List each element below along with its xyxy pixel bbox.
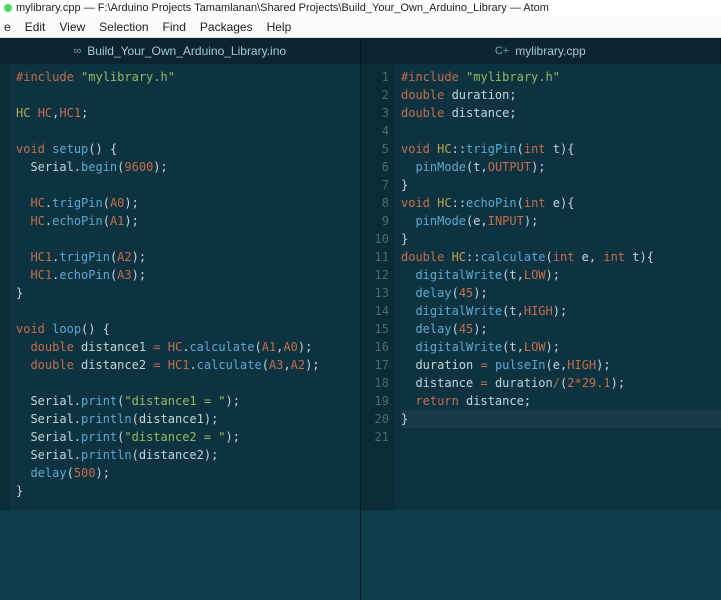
line-number: 7 — [361, 176, 389, 194]
line-number: 16 — [361, 338, 389, 356]
line-number: 17 — [361, 356, 389, 374]
code-line[interactable]: double duration; — [401, 86, 721, 104]
code-line[interactable]: double distance1 = HC.calculate(A1,A0); — [16, 338, 360, 356]
editor-pane-right[interactable]: 123456789101112131415161718192021 #inclu… — [360, 64, 721, 600]
editor-panes: #include "mylibrary.h" HC HC,HC1; void set… — [0, 64, 721, 600]
code-line[interactable] — [16, 230, 360, 248]
code-line[interactable]: delay(45); — [401, 320, 721, 338]
code-line[interactable]: double distance2 = HC1.calculate(A3,A2); — [16, 356, 360, 374]
line-number: 12 — [361, 266, 389, 284]
menu-item-view[interactable]: View — [59, 20, 85, 34]
line-number: 15 — [361, 320, 389, 338]
code-line[interactable] — [401, 428, 721, 446]
line-number: 6 — [361, 158, 389, 176]
code-line[interactable]: pinMode(e,INPUT); — [401, 212, 721, 230]
pane-bottom-fade — [361, 510, 721, 600]
code-line[interactable] — [16, 176, 360, 194]
code-line[interactable]: #include "mylibrary.h" — [16, 68, 360, 86]
menu-item-find[interactable]: Find — [163, 20, 186, 34]
code-line[interactable]: Serial.println(distance2); — [16, 446, 360, 464]
line-number: 9 — [361, 212, 389, 230]
code-line[interactable] — [16, 374, 360, 392]
code-line[interactable]: Serial.print("distance1 = "); — [16, 392, 360, 410]
code-line[interactable]: digitalWrite(t,LOW); — [401, 266, 721, 284]
code-line[interactable]: HC1.echoPin(A3); — [16, 266, 360, 284]
line-number: 19 — [361, 392, 389, 410]
line-number: 20 — [361, 410, 389, 428]
window-title: mylibrary.cpp — F:\Arduino Projects Tama… — [16, 2, 549, 14]
code-line[interactable]: } — [401, 176, 721, 194]
arduino-file-icon: ∞ — [73, 45, 81, 57]
window-title-bar: mylibrary.cpp — F:\Arduino Projects Tama… — [0, 0, 721, 16]
code-line[interactable] — [16, 302, 360, 320]
code-line[interactable]: HC.echoPin(A1); — [16, 212, 360, 230]
tabs-row: ∞ Build_Your_Own_Arduino_Library.ino C+ … — [0, 38, 721, 64]
code-line[interactable]: #include "mylibrary.h" — [401, 68, 721, 86]
pane-bottom-fade — [0, 510, 360, 600]
app-activity-dot-icon — [4, 4, 12, 12]
tab-right-label: mylibrary.cpp — [515, 44, 585, 58]
line-number: 8 — [361, 194, 389, 212]
code-line[interactable]: delay(500); — [16, 464, 360, 482]
code-line[interactable]: } — [401, 230, 721, 248]
menu-item-e[interactable]: e — [4, 20, 11, 34]
code-line[interactable]: pinMode(t,OUTPUT); — [401, 158, 721, 176]
code-line[interactable]: } — [16, 284, 360, 302]
code-line[interactable]: double HC::calculate(int e, int t){ — [401, 248, 721, 266]
code-line[interactable]: HC.trigPin(A0); — [16, 194, 360, 212]
code-line[interactable]: HC1.trigPin(A2); — [16, 248, 360, 266]
editor-pane-left[interactable]: #include "mylibrary.h" HC HC,HC1; void set… — [0, 64, 360, 600]
code-area-left[interactable]: #include "mylibrary.h" HC HC,HC1; void set… — [12, 64, 360, 500]
line-number: 10 — [361, 230, 389, 248]
line-number: 14 — [361, 302, 389, 320]
code-area-right[interactable]: #include "mylibrary.h"double duration;do… — [395, 64, 721, 446]
code-line[interactable]: void HC::trigPin(int t){ — [401, 140, 721, 158]
menu-item-edit[interactable]: Edit — [25, 20, 46, 34]
tab-left-label: Build_Your_Own_Arduino_Library.ino — [87, 44, 286, 58]
line-number: 21 — [361, 428, 389, 446]
line-number: 2 — [361, 86, 389, 104]
cpp-file-icon: C+ — [495, 45, 509, 57]
code-line[interactable] — [16, 122, 360, 140]
code-line[interactable]: duration = pulseIn(e,HIGH); — [401, 356, 721, 374]
code-line[interactable]: void setup() { — [16, 140, 360, 158]
menu-item-selection[interactable]: Selection — [99, 20, 148, 34]
tab-left[interactable]: ∞ Build_Your_Own_Arduino_Library.ino — [0, 38, 361, 64]
code-line[interactable]: void loop() { — [16, 320, 360, 338]
tab-right[interactable]: C+ mylibrary.cpp — [361, 38, 721, 64]
line-number: 11 — [361, 248, 389, 266]
code-line[interactable]: delay(45); — [401, 284, 721, 302]
code-line[interactable]: digitalWrite(t,LOW); — [401, 338, 721, 356]
code-line[interactable]: Serial.begin(9600); — [16, 158, 360, 176]
line-number: 5 — [361, 140, 389, 158]
code-line[interactable] — [16, 86, 360, 104]
code-line[interactable]: } — [401, 410, 721, 428]
menubar: e Edit View Selection Find Packages Help — [0, 16, 721, 38]
line-number: 18 — [361, 374, 389, 392]
line-number: 3 — [361, 104, 389, 122]
code-line[interactable]: } — [16, 482, 360, 500]
code-line[interactable]: return distance; — [401, 392, 721, 410]
code-line[interactable]: distance = duration/(2*29.1); — [401, 374, 721, 392]
line-number: 13 — [361, 284, 389, 302]
menu-item-packages[interactable]: Packages — [200, 20, 253, 34]
line-number: 4 — [361, 122, 389, 140]
line-number: 1 — [361, 68, 389, 86]
code-line[interactable]: digitalWrite(t,HIGH); — [401, 302, 721, 320]
menu-item-help[interactable]: Help — [267, 20, 292, 34]
code-line[interactable]: double distance; — [401, 104, 721, 122]
code-line[interactable]: HC HC,HC1; — [16, 104, 360, 122]
code-line[interactable]: void HC::echoPin(int e){ — [401, 194, 721, 212]
code-line[interactable]: Serial.print("distance2 = "); — [16, 428, 360, 446]
code-line[interactable] — [401, 122, 721, 140]
code-line[interactable]: Serial.println(distance1); — [16, 410, 360, 428]
